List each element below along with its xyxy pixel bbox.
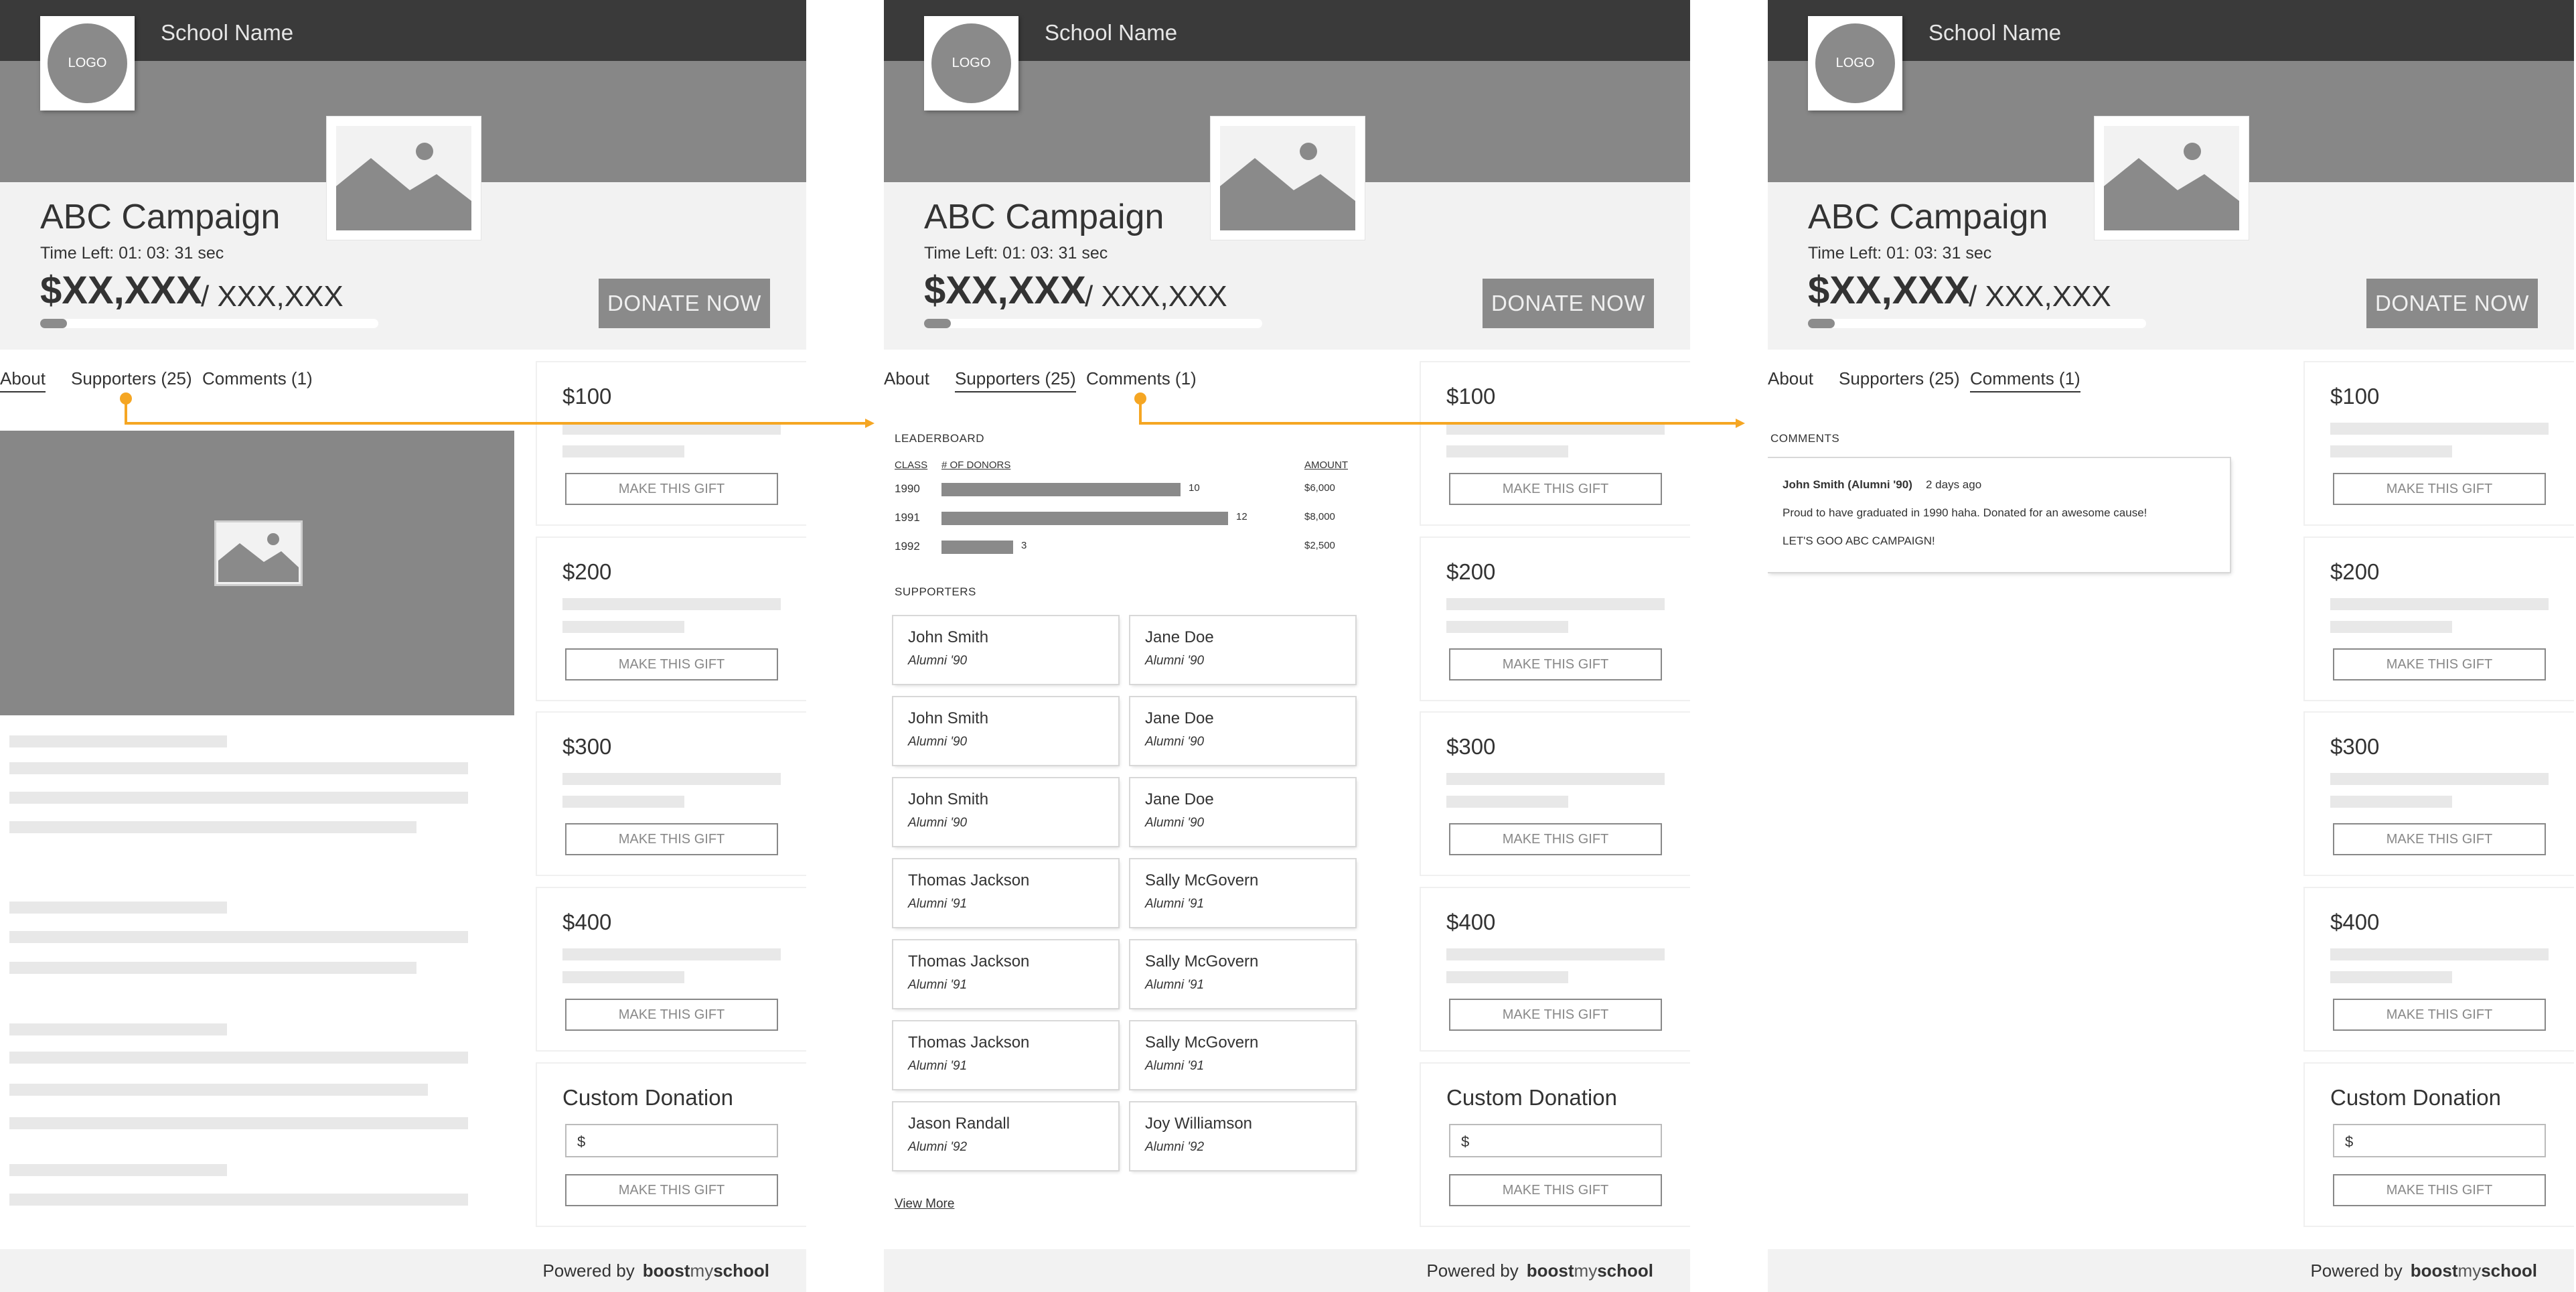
- flow-connectors: [120, 392, 1745, 428]
- connector-supporters-to-panel2: [120, 392, 875, 428]
- connector-comments-to-panel3: [1134, 392, 1745, 428]
